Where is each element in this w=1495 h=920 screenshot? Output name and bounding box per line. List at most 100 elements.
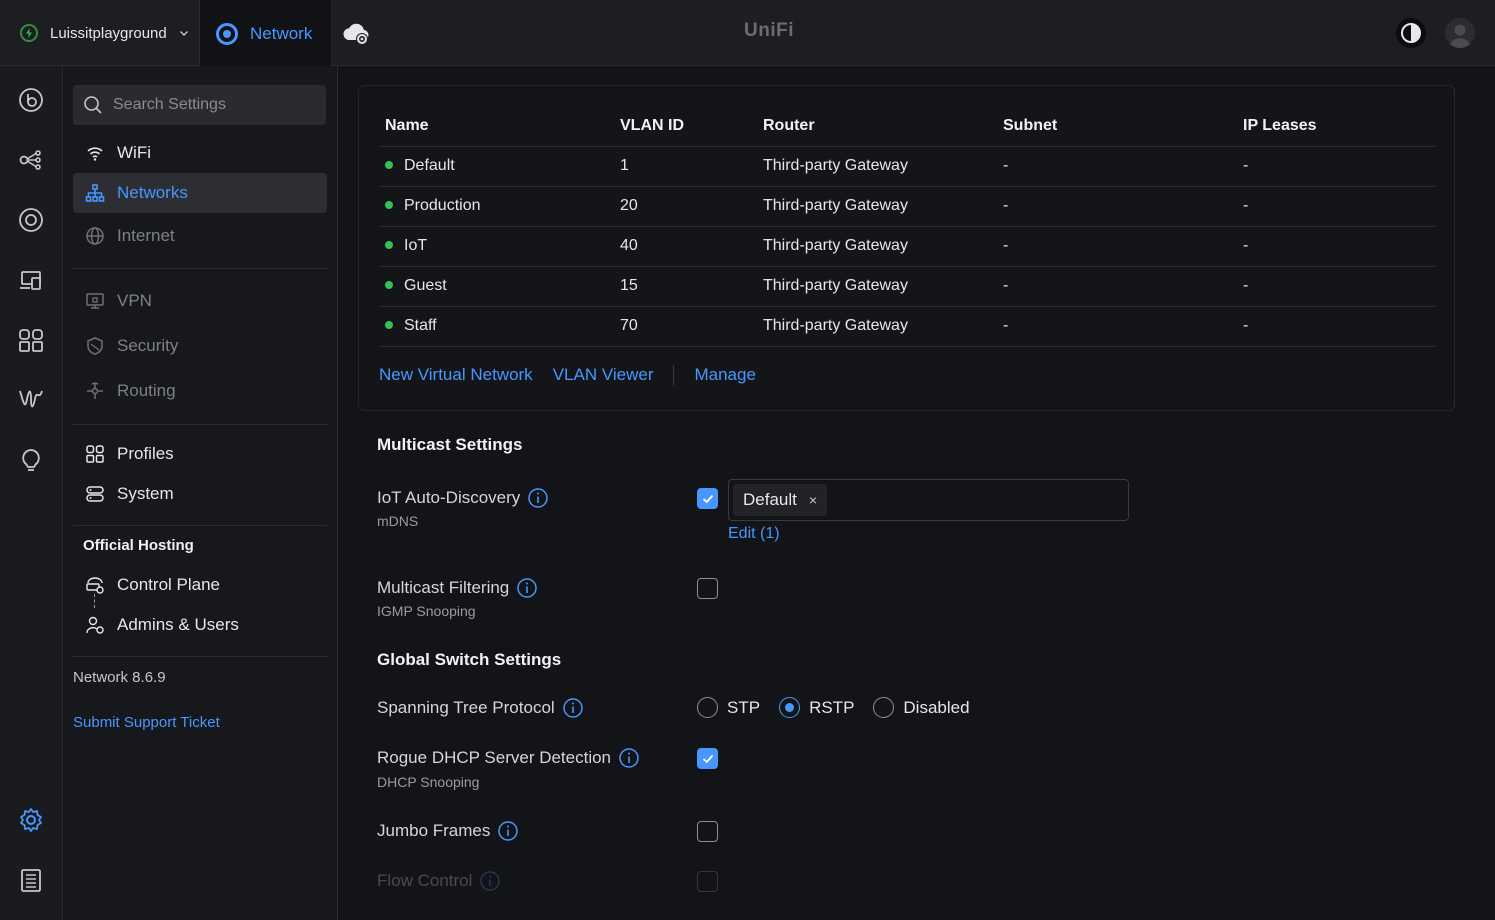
app-version: Network 8.6.9 [73,669,166,686]
subnet-cell: - [1003,186,1243,227]
theme-toggle-icon[interactable] [1396,18,1426,48]
column-header[interactable]: Router [763,106,1003,147]
radios-icon[interactable] [18,387,44,413]
jumbo-frames-label: Jumbo Frames [377,821,519,841]
sidebar-item-system[interactable]: System [73,474,327,514]
shield-icon [87,337,103,355]
radio-stp[interactable] [697,697,718,718]
setting-label-text: Rogue DHCP Server Detection [377,748,612,767]
checkmark-icon [702,754,713,763]
radio-label: RSTP [809,697,855,717]
devices-icon[interactable] [18,207,44,233]
iot-networks-select[interactable]: Default × [728,479,1129,521]
info-icon[interactable] [480,871,501,891]
subnet-cell: - [1003,146,1243,187]
networks-card: Name VLAN ID Router Subnet IP Leases Def… [358,85,1455,411]
unifi-logo: UniFi [744,20,794,41]
jumbo-frames-checkbox[interactable] [697,821,718,842]
logs-icon[interactable] [18,867,44,893]
search-settings[interactable] [73,85,326,125]
table-row[interactable]: Staff 70 Third-party Gateway - - [379,306,1435,347]
sidebar-item-routing[interactable]: Routing [73,371,327,411]
leases-cell: - [1243,306,1435,347]
new-virtual-network-link[interactable]: New Virtual Network [379,365,533,385]
user-avatar[interactable] [1445,18,1475,48]
sidebar-item-wifi[interactable]: WiFi [73,133,327,173]
table-row[interactable]: Guest 15 Third-party Gateway - - [379,266,1435,307]
system-icon [86,486,104,502]
spanning-tree-label: Spanning Tree Protocol [377,698,583,718]
rogue-dhcp-checkbox[interactable] [697,748,718,769]
radio-label: STP [727,697,761,717]
info-icon[interactable] [498,821,519,841]
ports-icon[interactable] [18,327,44,353]
sidebar-item-internet[interactable]: Internet [73,216,327,256]
scrollbar[interactable] [1477,66,1478,920]
column-header[interactable]: IP Leases [1243,106,1435,147]
sidebar-item-security[interactable]: Security [73,326,327,366]
info-icon[interactable] [528,488,549,508]
chevron-down-icon [179,31,188,36]
search-input[interactable] [113,96,313,114]
tab-network-app[interactable]: Network [200,0,331,66]
sidebar-item-vpn[interactable]: VPN [73,281,327,321]
sidebar-item-label: Admins & Users [117,615,239,634]
settings-gear-icon[interactable] [18,807,44,833]
dashboard-icon[interactable] [18,87,44,113]
info-icon[interactable] [562,698,583,718]
wifi-icon [87,147,103,161]
network-name-cell: Default [379,146,620,187]
radio-disabled[interactable] [873,697,895,718]
network-name: Guest [404,277,447,294]
manage-link[interactable]: Manage [694,365,755,385]
topology-icon[interactable] [18,147,44,173]
networks-card-actions: New Virtual Network VLAN Viewer Manage [379,365,756,385]
info-icon[interactable] [517,578,538,598]
network-name-cell: IoT [379,226,620,267]
setting-sublabel: IGMP Snooping [377,603,476,619]
table-row[interactable]: IoT 40 Third-party Gateway - - [379,226,1435,267]
sidebar-divider [73,656,327,657]
table-row[interactable]: Default 1 Third-party Gateway - - [379,146,1435,187]
insights-icon[interactable] [18,447,44,473]
sidebar-item-admins-users[interactable]: Admins & Users [73,605,327,645]
status-online-dot [385,240,393,249]
status-online-dot [385,200,393,209]
edit-networks-link[interactable]: Edit (1) [728,525,780,543]
vlan-cell: 70 [620,306,763,347]
radio-rstp[interactable] [779,697,801,718]
sidebar-item-label: Profiles [117,444,174,463]
column-header[interactable]: Subnet [1003,106,1243,147]
leases-cell: - [1243,186,1435,227]
sidebar-item-label: Security [117,336,179,355]
router-cell: Third-party Gateway [763,186,1003,227]
setting-label-text: Spanning Tree Protocol [377,698,555,717]
site-switcher[interactable]: Luissitplayground [0,0,200,66]
hosting-section-title: Official Hosting [83,537,194,554]
multicast-settings-title: Multicast Settings [377,435,523,454]
status-online-dot [385,280,393,289]
sidebar-item-control-plane[interactable]: Control Plane [73,565,327,605]
tag-remove-icon[interactable]: × [809,492,817,508]
flow-control-checkbox[interactable] [697,871,718,892]
info-icon[interactable] [619,748,639,768]
iot-auto-discovery-checkbox[interactable] [697,488,718,509]
sidebar-item-profiles[interactable]: Profiles [73,434,327,474]
column-header[interactable]: VLAN ID [620,106,763,147]
flow-control-label: Flow Control [377,871,501,891]
sidebar-item-networks[interactable]: Networks [73,173,327,213]
multicast-filtering-checkbox[interactable] [697,578,718,599]
cloud-settings-icon[interactable] [340,20,372,48]
multicast-filtering-label: Multicast Filtering [377,578,538,598]
spanning-tree-radio-group: STP RSTP Disabled [697,697,989,718]
sidebar-item-label: Routing [117,381,176,400]
checkmark-icon [702,494,713,503]
column-header[interactable]: Name [379,106,620,147]
clients-icon[interactable] [18,267,44,293]
vlan-viewer-link[interactable]: VLAN Viewer [553,365,654,385]
submit-support-ticket-link[interactable]: Submit Support Ticket [73,714,220,731]
table-row[interactable]: Production 20 Third-party Gateway - - [379,186,1435,227]
setting-label-text: Flow Control [377,871,473,890]
site-name: Luissitplayground [50,24,167,42]
network-tag: Default × [733,484,828,516]
